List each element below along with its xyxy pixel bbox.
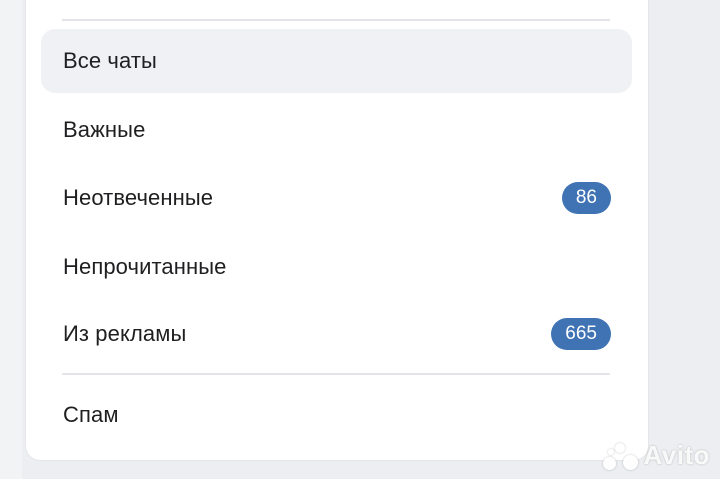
count-badge: 86	[561, 182, 611, 214]
menu-item-all-chats[interactable]: Все чаты	[41, 29, 632, 93]
menu-item-unread[interactable]: Непрочитанные	[41, 235, 632, 299]
menu-item-label: Все чаты	[63, 48, 157, 73]
menu-item-unanswered[interactable]: Неотвеченные 86	[41, 166, 632, 230]
avito-logo-icon	[603, 441, 639, 471]
divider-bottom	[62, 373, 610, 375]
menu-item-from-ads[interactable]: Из рекламы 665	[41, 302, 632, 366]
menu-item-important[interactable]: Важные	[41, 98, 632, 162]
divider-top	[62, 19, 610, 21]
menu-item-label: Спам	[63, 402, 119, 427]
menu-item-label: Важные	[63, 117, 146, 142]
menu-item-label: Из рекламы	[63, 321, 187, 346]
watermark-text: Avito	[643, 440, 710, 470]
menu-item-spam[interactable]: Спам	[41, 383, 632, 447]
left-background-strip	[0, 0, 22, 479]
avito-watermark: Avito	[603, 440, 710, 471]
menu-item-label: Неотвеченные	[63, 185, 214, 210]
count-badge: 665	[551, 318, 611, 350]
menu-item-label: Непрочитанные	[63, 254, 227, 279]
